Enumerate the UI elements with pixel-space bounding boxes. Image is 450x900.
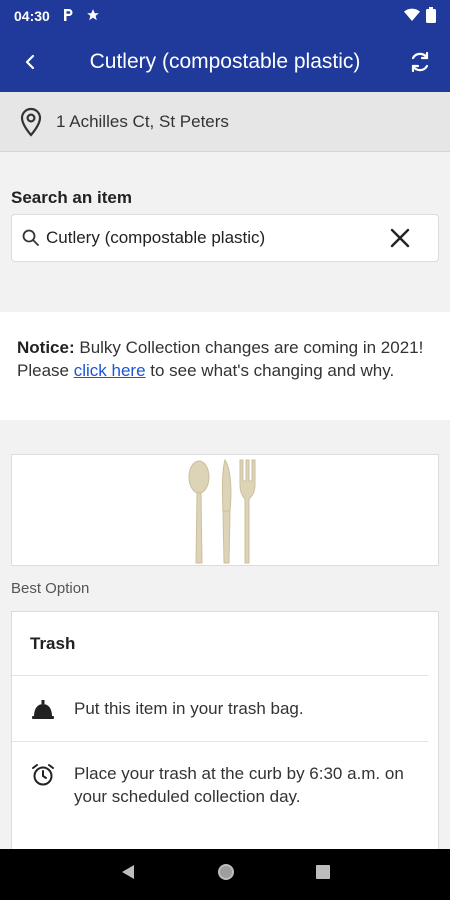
wifi-icon <box>404 8 420 25</box>
home-circle-icon[interactable] <box>216 862 236 887</box>
option-title: Trash <box>12 612 428 676</box>
option-step: Place your trash at the curb by 6:30 a.m… <box>12 742 438 808</box>
status-bar: 04:30 <box>0 0 450 32</box>
address-bar[interactable]: 1 Achilles Ct, St Peters <box>0 92 450 152</box>
search-box[interactable] <box>11 214 439 262</box>
search-label: Search an item <box>11 188 132 207</box>
notice-text-after: to see what's changing and why. <box>150 361 395 380</box>
address-text: 1 Achilles Ct, St Peters <box>56 111 229 131</box>
search-section: Search an item <box>0 152 450 312</box>
refresh-icon[interactable] <box>390 32 450 92</box>
item-image-card <box>11 454 439 566</box>
notice-link[interactable]: click here <box>74 361 146 380</box>
back-chevron-icon[interactable] <box>0 32 60 92</box>
star-icon <box>86 8 100 25</box>
option-step: Put this item in your trash bag. <box>12 676 428 742</box>
search-input[interactable] <box>46 228 386 248</box>
step-text: Put this item in your trash bag. <box>74 699 304 718</box>
page-title: Cutlery (compostable plastic) <box>89 50 361 73</box>
notice-banner: Notice: Bulky Collection changes are com… <box>0 312 450 420</box>
alarm-clock-icon <box>30 762 56 788</box>
system-nav-bar <box>0 849 450 900</box>
best-option-label: Best Option <box>11 580 90 597</box>
step-text: Place your trash at the curb by 6:30 a.m… <box>74 764 404 806</box>
back-triangle-icon[interactable] <box>119 863 137 886</box>
search-icon <box>20 227 42 249</box>
disposal-option-card: Trash Put this item in your trash bag. P… <box>11 611 439 861</box>
parking-icon <box>62 8 74 25</box>
location-pin-icon <box>18 107 44 137</box>
battery-icon <box>426 6 436 26</box>
close-icon[interactable] <box>386 224 414 252</box>
recents-square-icon[interactable] <box>315 864 331 885</box>
cutlery-illustration <box>188 458 256 564</box>
status-time: 04:30 <box>14 8 50 24</box>
notice-bold: Notice: <box>17 338 75 357</box>
app-bar: Cutlery (compostable plastic) <box>0 32 450 92</box>
bell-icon <box>30 696 56 722</box>
